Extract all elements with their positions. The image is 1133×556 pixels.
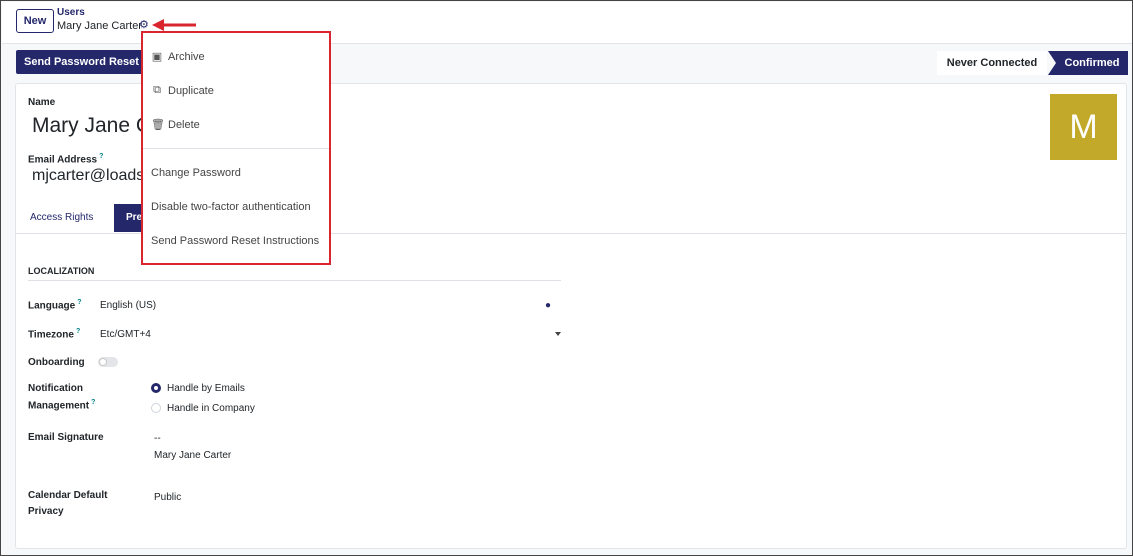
annotation-arrow-icon: [152, 19, 196, 31]
onboarding-label: Onboarding: [28, 357, 85, 368]
menu-divider: [143, 148, 329, 149]
globe-icon[interactable]: ●: [545, 300, 551, 311]
menu-item-send-password-reset[interactable]: Send Password Reset Instructions: [151, 235, 319, 247]
help-icon[interactable]: ?: [91, 399, 95, 406]
gear-icon[interactable]: ⚙: [139, 20, 150, 31]
help-icon[interactable]: ?: [77, 299, 81, 306]
avatar[interactable]: M: [1050, 94, 1117, 160]
calendar-privacy-select[interactable]: Public: [154, 492, 181, 503]
actions-dropdown-menu: ▣ Archive ⧉ Duplicate 🗑 Delete Change Pa…: [141, 31, 331, 265]
email-field[interactable]: mjcarter@loadsoft.com: [32, 167, 142, 185]
menu-item-duplicate[interactable]: ⧉ Duplicate: [151, 84, 214, 97]
language-label: Language?: [28, 299, 82, 312]
timezone-label: Timezone?: [28, 328, 81, 341]
notification-label-line2: Management?: [28, 399, 96, 412]
name-field[interactable]: Mary Jane Carter: [32, 114, 142, 138]
chevron-down-icon[interactable]: [555, 332, 561, 336]
radio-handle-in-company[interactable]: [151, 403, 161, 413]
signature-line1[interactable]: --: [154, 433, 161, 444]
menu-item-delete[interactable]: 🗑 Delete: [151, 118, 200, 132]
email-signature-label: Email Signature: [28, 432, 104, 443]
name-label: Name: [28, 97, 56, 108]
notification-label-line1: Notification: [28, 383, 83, 394]
help-icon[interactable]: ?: [99, 153, 103, 160]
new-button[interactable]: New: [16, 9, 54, 33]
menu-item-change-password[interactable]: Change Password: [151, 167, 241, 179]
email-label: Email Address?: [28, 153, 104, 166]
toggle-knob: [99, 358, 107, 366]
breadcrumb-current: Mary Jane Carter: [57, 20, 142, 32]
breadcrumb-parent[interactable]: Users: [57, 7, 85, 18]
tab-preferences[interactable]: Preferences: [114, 204, 144, 232]
inbox-icon: ▣: [151, 51, 163, 63]
app-frame: New Users Mary Jane Carter ⚙ Send Passwo…: [0, 0, 1133, 556]
send-password-reset-button[interactable]: Send Password Reset Instructions: [16, 50, 144, 74]
help-icon[interactable]: ?: [76, 328, 80, 335]
radio-label-handle-by-emails[interactable]: Handle by Emails: [167, 383, 245, 394]
section-title-localization: LOCALIZATION: [28, 266, 561, 281]
timezone-select[interactable]: Etc/GMT+4: [100, 329, 151, 340]
menu-item-archive[interactable]: ▣ Archive: [151, 50, 205, 64]
menu-item-disable-2fa[interactable]: Disable two-factor authentication: [151, 201, 311, 213]
calendar-privacy-label-line1: Calendar Default: [28, 490, 108, 501]
language-field[interactable]: English (US): [100, 300, 156, 311]
radio-label-handle-in-company[interactable]: Handle in Company: [167, 403, 255, 414]
trash-icon: 🗑: [151, 119, 165, 131]
stage-confirmed[interactable]: Confirmed: [1048, 51, 1128, 75]
signature-line2[interactable]: Mary Jane Carter: [154, 450, 231, 461]
calendar-privacy-label-line2: Privacy: [28, 506, 64, 517]
tab-access-rights[interactable]: Access Rights: [30, 212, 93, 223]
radio-handle-by-emails[interactable]: [151, 383, 161, 393]
stage-never-connected[interactable]: Never Connected: [937, 51, 1047, 75]
copy-icon: ⧉: [153, 84, 161, 96]
onboarding-toggle[interactable]: [98, 357, 118, 367]
